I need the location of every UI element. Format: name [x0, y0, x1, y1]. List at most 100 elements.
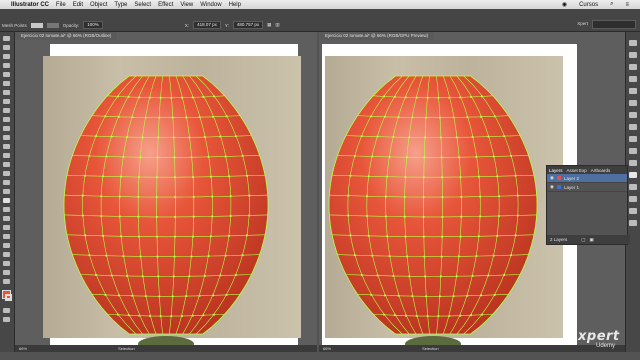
mesh-point[interactable] — [424, 275, 426, 278]
mesh-point[interactable] — [174, 176, 176, 179]
mesh-point[interactable] — [397, 116, 400, 119]
menu-file[interactable]: File — [56, 2, 66, 8]
mesh-point[interactable] — [459, 314, 462, 317]
mesh-point[interactable] — [144, 116, 147, 119]
mesh-point[interactable] — [172, 275, 175, 278]
artboards-panel-icon[interactable] — [629, 184, 637, 190]
mesh-point[interactable] — [349, 174, 352, 177]
mesh-point[interactable] — [110, 135, 113, 138]
mesh-point[interactable] — [81, 194, 84, 197]
mesh-point[interactable] — [371, 254, 374, 257]
mesh-point[interactable] — [174, 196, 177, 198]
align-panel-icon[interactable] — [629, 208, 637, 214]
mesh-point[interactable] — [437, 96, 440, 99]
mesh-point[interactable] — [192, 196, 195, 198]
mesh-point[interactable] — [516, 194, 519, 197]
mesh-point[interactable] — [95, 135, 97, 137]
column-graph-tool-icon[interactable] — [3, 243, 10, 248]
mesh-point[interactable] — [139, 255, 142, 258]
mesh-point[interactable] — [441, 176, 444, 179]
transparency-icon[interactable] — [629, 124, 637, 130]
tab-artboards[interactable]: Artboards — [591, 168, 611, 173]
mesh-point[interactable] — [84, 174, 86, 177]
mesh-point[interactable] — [479, 195, 481, 198]
mesh-point[interactable] — [122, 255, 125, 257]
menu-effect[interactable]: Effect — [158, 2, 173, 8]
mesh-point[interactable] — [246, 174, 248, 177]
mesh-point[interactable] — [159, 315, 162, 317]
artboard-tool-icon[interactable] — [3, 252, 10, 257]
mesh-point[interactable] — [88, 155, 91, 157]
mesh-point[interactable] — [510, 254, 512, 257]
color-icon[interactable] — [629, 52, 637, 58]
mesh-point[interactable] — [366, 215, 368, 217]
mesh-point[interactable] — [354, 254, 356, 257]
mesh-point[interactable] — [397, 294, 400, 297]
mesh-point[interactable] — [248, 214, 251, 217]
zoom-tool-icon[interactable] — [3, 279, 10, 284]
mesh-point[interactable] — [138, 96, 141, 99]
mesh-point[interactable] — [207, 156, 210, 158]
mesh-point[interactable] — [155, 196, 158, 198]
mesh-point[interactable] — [392, 275, 395, 277]
scale-tool-icon[interactable] — [3, 153, 10, 158]
mesh-point[interactable] — [181, 315, 183, 317]
mesh-point[interactable] — [487, 135, 490, 138]
width-tool-icon[interactable] — [3, 162, 10, 167]
mesh-point[interactable] — [403, 215, 406, 218]
transform-panel-icon[interactable] — [629, 160, 637, 166]
menu-edit[interactable]: Edit — [73, 2, 83, 8]
mesh-point[interactable] — [480, 294, 482, 297]
align-icon[interactable]: ▥ — [275, 22, 279, 28]
mesh-point[interactable] — [117, 313, 119, 316]
mesh-point[interactable] — [171, 295, 174, 298]
mesh-point[interactable] — [127, 314, 130, 317]
mesh-point[interactable] — [228, 235, 230, 237]
mesh-point[interactable] — [188, 136, 191, 139]
mesh-point[interactable] — [406, 255, 408, 258]
y-coordinate-field[interactable]: 480.757 px — [232, 21, 264, 29]
mesh-point[interactable] — [137, 215, 140, 218]
mesh-point[interactable] — [404, 96, 407, 99]
mesh-point[interactable] — [190, 156, 193, 159]
mesh-point[interactable] — [211, 215, 214, 218]
layer-name[interactable]: Layer 2 — [564, 176, 579, 181]
type-tool-icon[interactable] — [3, 90, 10, 95]
mesh-point[interactable] — [440, 255, 443, 258]
mesh-point[interactable] — [127, 96, 130, 98]
mesh-point[interactable] — [88, 254, 91, 257]
mesh-point[interactable] — [198, 116, 201, 119]
mesh-point[interactable] — [475, 156, 478, 158]
mesh-point[interactable] — [448, 315, 451, 317]
mesh-point[interactable] — [458, 156, 460, 159]
mesh-point[interactable] — [493, 294, 496, 296]
mesh-point[interactable] — [229, 215, 232, 217]
mesh-point[interactable] — [370, 294, 373, 296]
mesh-point[interactable] — [498, 195, 500, 198]
mesh-point[interactable] — [173, 156, 176, 159]
menu-type[interactable]: Type — [114, 2, 127, 8]
mesh-point[interactable] — [81, 214, 84, 217]
mesh-point[interactable] — [386, 175, 388, 178]
mesh-point[interactable] — [203, 275, 206, 277]
mesh-point[interactable] — [110, 274, 113, 277]
stroke-color-swatch[interactable] — [5, 294, 12, 301]
mesh-point[interactable] — [492, 254, 495, 257]
mesh-point[interactable] — [510, 155, 512, 157]
app-name-menu[interactable]: Illustrator CC — [11, 2, 49, 8]
mesh-point[interactable] — [156, 176, 158, 179]
mesh-point[interactable] — [481, 95, 483, 98]
mesh-point[interactable] — [100, 195, 103, 198]
mesh-point[interactable] — [202, 96, 205, 98]
opacity-field[interactable]: 100% — [83, 21, 103, 29]
mesh-point[interactable] — [367, 175, 370, 178]
fill-swatch[interactable] — [30, 22, 43, 28]
mesh-point[interactable] — [424, 136, 426, 139]
mesh-point[interactable] — [460, 215, 463, 218]
mesh-point[interactable] — [376, 274, 379, 277]
mesh-point[interactable] — [360, 274, 363, 276]
mesh-point[interactable] — [496, 235, 499, 237]
mesh-point[interactable] — [202, 314, 205, 317]
mesh-point[interactable] — [118, 115, 120, 118]
stroke-icon[interactable] — [629, 100, 637, 106]
